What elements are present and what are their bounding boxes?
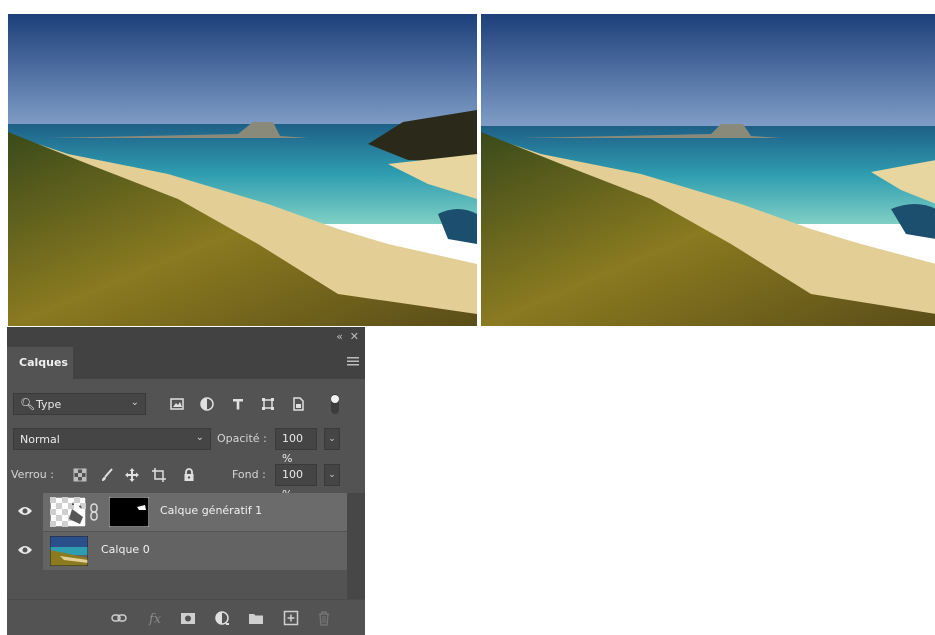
- lock-all-icon[interactable]: [182, 468, 196, 482]
- blend-row: Normal ⌄ Opacité : 100 % ⌄: [7, 428, 365, 465]
- layer-body[interactable]: Calque 0: [43, 532, 347, 570]
- group-folder-icon[interactable]: [248, 610, 264, 626]
- photo-generated: [8, 14, 477, 326]
- visibility-eye-icon[interactable]: [17, 544, 33, 556]
- adjustment-layer-icon[interactable]: [214, 610, 230, 626]
- opacity-field[interactable]: 100 %: [275, 428, 317, 465]
- shape-filter-icon[interactable]: [261, 397, 275, 411]
- chevron-down-icon: ⌄: [195, 432, 204, 443]
- tab-layers[interactable]: Calques: [7, 347, 73, 379]
- lock-label: Verrou :: [11, 468, 54, 481]
- opacity-label: Opacité :: [217, 432, 267, 445]
- new-layer-icon[interactable]: [283, 610, 299, 626]
- panel-title-bar: « ✕: [7, 327, 365, 347]
- adjustment-filter-icon[interactable]: [200, 397, 214, 411]
- layer-mask-thumbnail[interactable]: [109, 497, 149, 527]
- search-icon: 🔍︎: [20, 397, 36, 411]
- layer-body[interactable]: Calque génératif 1: [43, 493, 347, 531]
- photo-original: [481, 14, 935, 326]
- lock-position-move-icon[interactable]: [125, 468, 139, 482]
- layer-thumbnail: [50, 536, 88, 566]
- link-layers-icon[interactable]: [111, 610, 127, 626]
- scrollbar-track[interactable]: [347, 493, 365, 605]
- blend-mode-value: Normal: [20, 433, 60, 446]
- opacity-dropdown-button[interactable]: ⌄: [324, 428, 340, 450]
- image-filter-icon[interactable]: [170, 397, 184, 411]
- add-mask-icon[interactable]: [180, 610, 196, 626]
- lock-artboard-icon[interactable]: [152, 468, 166, 482]
- fx-icon[interactable]: fx: [148, 610, 164, 626]
- delete-icon[interactable]: [316, 610, 332, 626]
- close-icon[interactable]: ✕: [350, 330, 359, 344]
- filter-kind-select[interactable]: 🔍︎ Type ⌄: [13, 393, 146, 415]
- layer-row[interactable]: Calque génératif 1: [7, 493, 347, 531]
- svg-text:fx: fx: [148, 612, 162, 626]
- mask-link-chain-icon[interactable]: [89, 503, 99, 521]
- layers-panel: « ✕ Calques 🔍︎ Type ⌄ Normal ⌄ Opacité:…: [7, 327, 365, 635]
- blend-mode-select[interactable]: Normal ⌄: [13, 428, 211, 450]
- lock-transparency-icon[interactable]: [73, 468, 87, 482]
- fill-dropdown-button[interactable]: ⌄: [324, 464, 340, 486]
- layer-name[interactable]: Calque génératif 1: [160, 504, 262, 517]
- type-filter-icon[interactable]: [231, 397, 245, 411]
- layer-row[interactable]: Calque 0: [7, 532, 347, 570]
- fill-field[interactable]: 100 %: [275, 464, 317, 501]
- chevron-down-icon: ⌄: [130, 397, 139, 408]
- smart-object-filter-icon[interactable]: [291, 397, 305, 411]
- panel-tab-bar: Calques: [7, 347, 365, 379]
- lock-row: Verrou : Fond : 100 % ⌄: [7, 464, 365, 501]
- layer-thumbnail: [50, 497, 86, 527]
- filter-kind-label: Type: [36, 398, 62, 411]
- panel-menu-icon[interactable]: [347, 357, 359, 366]
- filter-toggle-icon[interactable]: [329, 393, 341, 415]
- collapse-icon[interactable]: «: [336, 330, 343, 344]
- panel-bottom-toolbar: fx: [7, 599, 365, 635]
- lock-pixels-brush-icon[interactable]: [100, 468, 114, 482]
- fill-label: Fond :: [232, 468, 266, 481]
- filter-row: 🔍︎ Type ⌄: [7, 391, 365, 417]
- visibility-eye-icon[interactable]: [17, 505, 33, 517]
- layer-name[interactable]: Calque 0: [101, 543, 150, 556]
- layer-list: Calque génératif 1 Calque 0: [7, 493, 365, 605]
